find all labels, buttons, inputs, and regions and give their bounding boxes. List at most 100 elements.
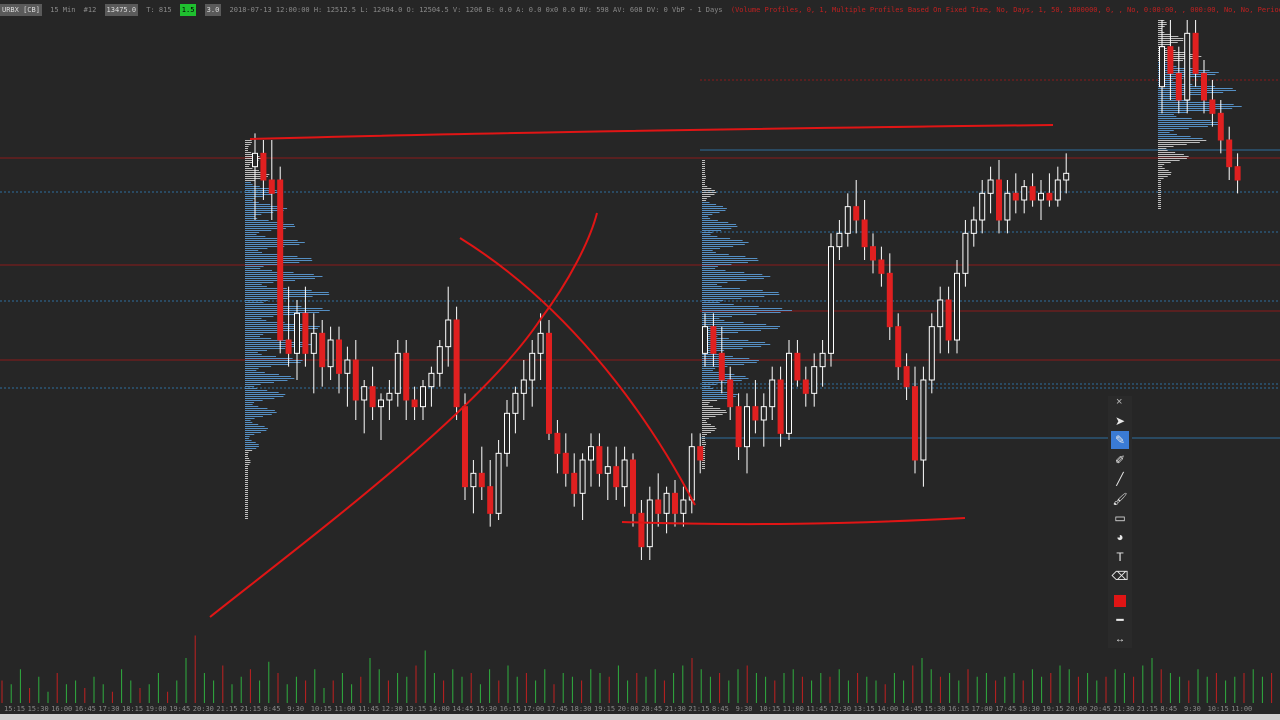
volume-profile-bar — [1158, 92, 1224, 93]
palette-icon[interactable]: ◕ — [1111, 528, 1129, 546]
color-swatch[interactable] — [1111, 592, 1129, 610]
volume-profile-bar — [1158, 200, 1161, 201]
volume-profile-bar — [245, 230, 272, 231]
volume-profile-bar — [245, 402, 255, 403]
volume-profile-bar — [245, 292, 329, 293]
volume-profile-bar — [245, 268, 261, 269]
volume-profile-bar — [245, 348, 286, 349]
volume-profile-bar — [702, 308, 783, 309]
time-tick: 14:45 — [900, 705, 922, 713]
time-tick: 19:00 — [145, 705, 167, 713]
volume-profile-bar — [702, 442, 706, 443]
volume-profile-bar — [1158, 178, 1164, 179]
volume-profile-bar — [702, 200, 707, 201]
volume-profile-bar — [245, 224, 295, 225]
time-tick: 21:15 — [240, 705, 262, 713]
candle-body — [260, 152, 267, 181]
volume-profile-bar — [702, 400, 718, 401]
time-tick: 16:15 — [948, 705, 970, 713]
volume-profile-bar — [702, 252, 716, 253]
time-tick: 18:30 — [570, 705, 592, 713]
volume-profile-bar — [702, 368, 716, 369]
time-tick: 15:30 — [476, 705, 498, 713]
thickness-icon[interactable]: ━ — [1111, 611, 1129, 629]
candle-body — [487, 486, 494, 514]
volume-profile-bar — [702, 438, 705, 439]
volume-profile-bar — [1158, 144, 1187, 145]
volume-profile-bar — [702, 362, 757, 363]
close-icon[interactable]: × — [1116, 396, 1122, 408]
eraser-icon[interactable]: ⌫ — [1111, 567, 1129, 585]
candle-body — [621, 459, 628, 488]
candle-body — [604, 466, 611, 474]
volume-profile-bar — [1158, 206, 1161, 207]
candle-body — [369, 386, 376, 408]
candle-body — [1021, 186, 1028, 201]
bottom-scrollbar[interactable] — [0, 714, 1280, 720]
time-tick: 21:30 — [664, 705, 686, 713]
volume-profile-bar — [245, 494, 248, 495]
volume-profile-bar — [702, 306, 759, 307]
brush-icon[interactable]: 🖌 — [1111, 490, 1129, 508]
time-tick: 19:15 — [1042, 705, 1064, 713]
candle-body — [537, 332, 544, 354]
volume-profile-bar — [702, 296, 765, 297]
volume-profile-bar — [1158, 176, 1168, 177]
volume-profile-bar — [702, 370, 713, 371]
volume-profile-bar — [245, 458, 250, 459]
time-tick: 21:30 — [1113, 705, 1135, 713]
marker-icon[interactable]: ✐ — [1111, 451, 1129, 469]
volume-profile-bar — [245, 416, 263, 417]
volume-profile-bar — [702, 426, 715, 427]
volume-profile-bar — [245, 420, 251, 421]
pointer-icon[interactable]: ➤ — [1111, 412, 1129, 430]
volume-profile-bar — [245, 276, 323, 277]
volume-profile-bar — [245, 150, 248, 151]
volume-profile-bar — [702, 256, 746, 257]
volume-profile-bar — [245, 476, 248, 477]
candle-body — [579, 459, 586, 494]
volume-profile-bar — [702, 224, 737, 225]
candle-body — [987, 179, 994, 194]
volume-profile-bar — [1158, 120, 1211, 121]
price-chart[interactable] — [0, 0, 1280, 703]
volume-profile-bar — [245, 438, 249, 439]
volume-profile-bar — [245, 398, 275, 399]
volume-profile-bar — [702, 170, 705, 171]
volume-profile-bar — [245, 444, 259, 445]
candle-body — [895, 326, 902, 368]
expand-icon[interactable]: ↔ — [1111, 630, 1129, 648]
text-icon[interactable]: T — [1111, 548, 1129, 566]
volume-profile-bar — [245, 362, 301, 363]
volume-profile-bar — [702, 384, 717, 385]
volume-profile-bar — [702, 174, 706, 175]
volume-profile-bar — [702, 226, 738, 227]
volume-profile-bar — [245, 294, 330, 295]
candle-body — [794, 352, 801, 381]
downtrend-line-drawing — [459, 237, 696, 506]
volume-profile-bar — [245, 508, 248, 509]
volume-profile-bar — [702, 238, 731, 239]
volume-profile-bar — [245, 488, 248, 489]
volume-profile-bar — [702, 254, 729, 255]
time-tick: 15:30 — [27, 705, 49, 713]
volume-profile-bar — [702, 168, 705, 169]
volume-profile-bar — [245, 330, 302, 331]
rectangle-icon[interactable]: ▭ — [1111, 509, 1129, 527]
time-tick: 13:15 — [853, 705, 875, 713]
volume-profile-bar — [245, 318, 262, 319]
volume-profile-bar — [702, 310, 792, 311]
volume-profile-bar — [245, 436, 250, 437]
time-tick: 12:30 — [830, 705, 852, 713]
volume-profile-bar — [702, 248, 720, 249]
candle-body — [428, 372, 435, 388]
candle-body — [512, 392, 519, 414]
volume-profile-bar — [702, 234, 711, 235]
candle-body — [752, 406, 759, 421]
candle-body — [727, 379, 734, 408]
pen-icon[interactable]: ✎ — [1111, 431, 1129, 450]
volume-profile-bar — [245, 152, 252, 153]
time-tick: 9:30 — [735, 705, 753, 713]
line-icon[interactable]: ╱ — [1111, 470, 1129, 488]
volume-profile-bar — [245, 316, 274, 317]
